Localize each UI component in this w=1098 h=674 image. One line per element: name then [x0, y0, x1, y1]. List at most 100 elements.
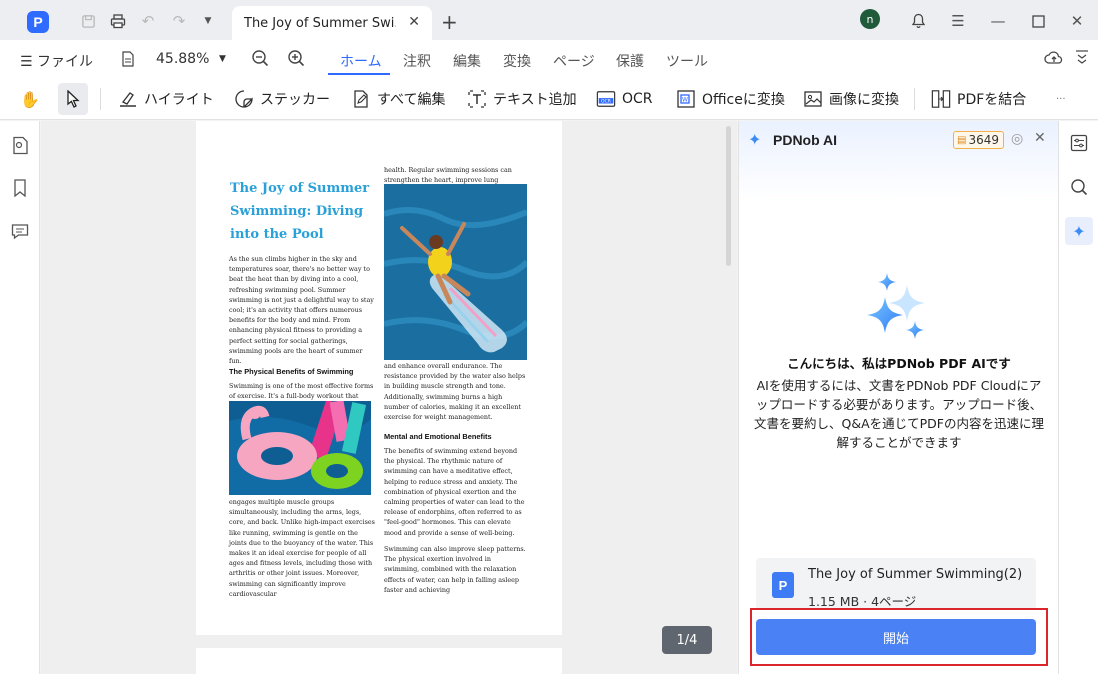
- add-text-button[interactable]: テキスト追加: [467, 86, 577, 112]
- pdf-page: The Joy of Summer Swimming: Diving into …: [196, 121, 562, 635]
- comment-icon[interactable]: [10, 221, 30, 241]
- quick-access-dropdown-icon[interactable]: ▼: [199, 12, 217, 30]
- hand-tool-button[interactable]: ✋: [20, 86, 40, 112]
- text-box-icon: [467, 89, 487, 109]
- highlight-button[interactable]: ハイライト: [118, 86, 214, 112]
- ai-greeting: こんにちは、私はPDNob PDF AIです: [787, 356, 1011, 371]
- undo-icon[interactable]: ↶: [139, 12, 157, 30]
- select-tool-button[interactable]: [58, 83, 88, 115]
- zoom-in-icon[interactable]: [287, 49, 305, 71]
- zoom-out-icon[interactable]: [251, 49, 269, 71]
- file-menu[interactable]: ☰ ファイル: [20, 51, 93, 71]
- document-title: The Joy of Summer Swimming: Diving into …: [230, 181, 370, 242]
- ai-description: AIを使用するには、文書をPDNob PDF Cloudにアップロードする必要が…: [754, 378, 1044, 450]
- section-heading-physical: The Physical Benefits of Swimming: [229, 367, 354, 376]
- svg-text:W: W: [682, 97, 688, 104]
- tab-title: The Joy of Summer Swi...: [244, 15, 396, 31]
- toolbar-separator: [100, 88, 101, 110]
- toolbar: ✋ ハイライト ステッカー すべて編集 テキスト追加 OCR OCR W Off…: [0, 78, 1098, 120]
- document-scrollbar[interactable]: [726, 126, 731, 266]
- image-icon: [803, 89, 823, 109]
- combine-icon: [931, 89, 951, 109]
- convert-to-image-button[interactable]: 画像に変換: [803, 86, 899, 112]
- title-bar: P ↶ ↷ ▼ The Joy of Summer Swi... ✕ + n ☰…: [0, 0, 1098, 40]
- new-tab-icon[interactable]: +: [441, 10, 458, 34]
- zoom-value[interactable]: 45.88%: [156, 51, 209, 67]
- hamburger-icon: ☰: [20, 54, 33, 70]
- ai-credits-badge: ▤ 3649: [953, 131, 1004, 149]
- page-indicator: 1/4: [662, 626, 712, 654]
- redo-icon[interactable]: ↷: [170, 12, 188, 30]
- edit-all-button[interactable]: すべて編集: [351, 86, 445, 112]
- tab-home[interactable]: ホーム: [340, 51, 382, 71]
- section-heading-mental: Mental and Emotional Benefits: [384, 432, 492, 441]
- file-name: The Joy of Summer Swimming(2): [808, 567, 1023, 582]
- close-tab-icon[interactable]: ✕: [408, 14, 420, 30]
- hand-icon: ✋: [20, 89, 40, 109]
- menu-bar: ☰ ファイル 45.88% ▼ ホーム 注釈 編集 変換 ページ 保護 ツール: [0, 40, 1098, 78]
- save-icon[interactable]: [79, 12, 97, 30]
- edit-document-icon: [351, 89, 371, 109]
- to-image-label: 画像に変換: [829, 92, 899, 108]
- physical-paragraph-start: Swimming is one of the most effective fo…: [229, 382, 374, 401]
- file-menu-label: ファイル: [37, 54, 94, 70]
- svg-text:OCR: OCR: [601, 99, 612, 105]
- file-card: P The Joy of Summer Swimming(2) 1.15 MB …: [756, 558, 1036, 610]
- physical-paragraph-continued: engages multiple muscle groups simultane…: [229, 498, 375, 598]
- pool-floats-image: [229, 401, 371, 495]
- tab-edit[interactable]: 編集: [453, 51, 481, 71]
- credits-count: 3649: [968, 133, 999, 147]
- user-avatar[interactable]: n: [860, 9, 880, 29]
- combine-pdf-label: PDFを結合: [957, 92, 1027, 108]
- page-view-icon[interactable]: [121, 51, 135, 71]
- bookmark-icon[interactable]: [10, 178, 30, 198]
- tab-tools[interactable]: ツール: [666, 51, 708, 71]
- cloud-upload-icon[interactable]: [1044, 50, 1064, 70]
- app-logo-icon: P: [27, 11, 49, 33]
- print-icon[interactable]: [109, 12, 127, 30]
- add-text-label: テキスト追加: [493, 92, 577, 108]
- tab-annotate[interactable]: 注釈: [403, 51, 431, 71]
- tab-convert[interactable]: 変換: [503, 51, 531, 71]
- close-window-icon[interactable]: ✕: [1068, 12, 1086, 30]
- document-viewer[interactable]: The Joy of Summer Swimming: Diving into …: [41, 121, 737, 674]
- to-office-label: Officeに変換: [702, 92, 785, 108]
- ai-assistant-icon[interactable]: ✦: [1069, 221, 1089, 241]
- minimize-icon[interactable]: —: [989, 12, 1007, 30]
- ai-assistant-panel: ✦ PDNob AI ▤ 3649 ◎ ✕ こんにちは、私はPDNob PDF …: [738, 121, 1059, 674]
- left-sidebar: [0, 121, 40, 674]
- sticker-button[interactable]: ステッカー: [234, 86, 330, 112]
- ai-panel-title: PDNob AI: [773, 132, 838, 148]
- cursor-icon: [63, 89, 83, 109]
- pdf-file-icon: P: [772, 572, 794, 598]
- collapse-ribbon-icon[interactable]: [1075, 49, 1089, 69]
- highlighter-icon: [118, 89, 138, 109]
- ai-settings-icon[interactable]: ◎: [1011, 131, 1023, 147]
- sleep-paragraph: Swimming can also improve sleep patterns…: [384, 545, 526, 594]
- convert-to-office-button[interactable]: W Officeに変換: [676, 86, 785, 112]
- office-icon: W: [676, 89, 696, 109]
- tab-page[interactable]: ページ: [553, 51, 595, 71]
- search-icon[interactable]: [1069, 177, 1089, 197]
- maximize-icon[interactable]: [1029, 12, 1047, 30]
- column2-middle-text: and enhance overall endurance. The resis…: [384, 362, 526, 422]
- combine-pdf-button[interactable]: PDFを結合: [931, 86, 1026, 112]
- edit-all-label: すべて編集: [377, 92, 446, 108]
- ai-sparkle-icon: ✦: [748, 130, 762, 149]
- thumbnail-icon[interactable]: [10, 135, 30, 155]
- intro-paragraph: As the sun climbs higher in the sky and …: [229, 255, 374, 366]
- notification-bell-icon[interactable]: [909, 12, 927, 30]
- close-ai-panel-icon[interactable]: ✕: [1034, 130, 1046, 146]
- start-button[interactable]: 開始: [756, 619, 1036, 655]
- document-tab[interactable]: The Joy of Summer Swi... ✕: [232, 6, 432, 40]
- zoom-dropdown-icon[interactable]: ▼: [219, 54, 226, 64]
- mental-paragraph: The benefits of swimming extend beyond t…: [384, 447, 525, 537]
- tab-protect[interactable]: 保護: [616, 51, 644, 71]
- right-sidebar: ✦: [1058, 121, 1098, 674]
- menu-icon[interactable]: ☰: [949, 12, 967, 30]
- more-tools-button[interactable]: ···: [1056, 86, 1066, 112]
- ocr-button[interactable]: OCR OCR: [596, 86, 653, 112]
- sticker-icon: [234, 89, 254, 109]
- ocr-label: OCR: [622, 91, 653, 107]
- properties-icon[interactable]: [1069, 133, 1089, 153]
